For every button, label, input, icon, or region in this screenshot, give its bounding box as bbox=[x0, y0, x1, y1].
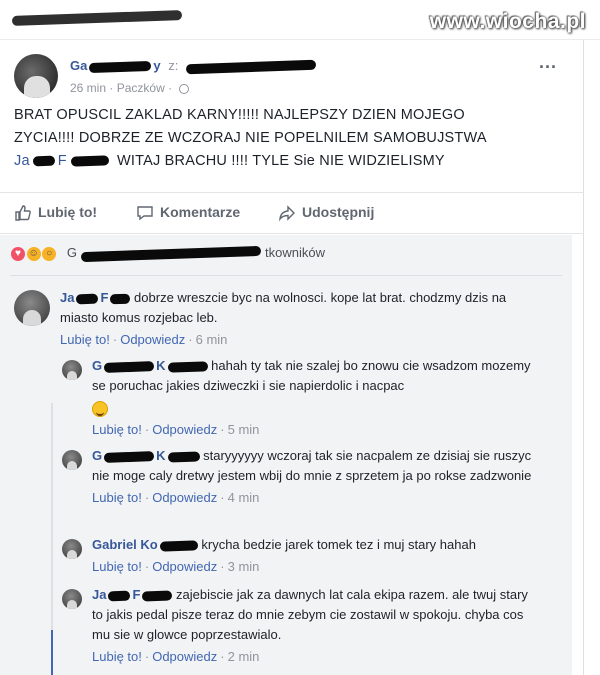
post-location[interactable]: Paczków bbox=[117, 81, 165, 95]
reply-time[interactable]: 3 min bbox=[228, 559, 260, 574]
comment-icon bbox=[137, 206, 153, 221]
comment-reply-link[interactable]: Odpowiedz bbox=[120, 332, 185, 347]
reply: GK staryyyyyy wczoraj tak sie nacpalem z… bbox=[92, 446, 542, 508]
reply-time[interactable]: 4 min bbox=[228, 490, 260, 505]
reactions-summary[interactable]: ♥ ☺ ○ Gtkowników bbox=[10, 245, 325, 262]
post-body: BRAT OPUSCIL ZAKLAD KARNY!!!!! NAJLEPSZY… bbox=[14, 104, 544, 173]
activity-header bbox=[11, 9, 183, 26]
commenter-avatar[interactable] bbox=[14, 290, 50, 326]
like-button[interactable]: Lubię to! bbox=[14, 204, 97, 222]
reply-like-link[interactable]: Lubię to! bbox=[92, 422, 142, 437]
reply-actions: Lubię to! · Odpowiedz · 5 min bbox=[92, 422, 260, 437]
post-text-line-3: Ja F WITAJ BRACHU !!!! TYLE Sie NIE WIDZI… bbox=[14, 153, 445, 169]
comment: Ja F dobrze wreszcie byc na wolnosci. kop… bbox=[60, 288, 540, 350]
reply-avatar[interactable] bbox=[62, 360, 82, 380]
with-prefix: z: bbox=[168, 58, 179, 73]
reply-reply-link[interactable]: Odpowiedz bbox=[152, 559, 217, 574]
reply: Ja F zajebiscie jak za dawnych lat cala e… bbox=[92, 585, 542, 667]
reply-avatar[interactable] bbox=[62, 450, 82, 470]
reply-actions: Lubię to! · Odpowiedz · 4 min bbox=[92, 490, 260, 505]
divider bbox=[10, 275, 562, 276]
post-time[interactable]: 26 min bbox=[70, 81, 106, 95]
redacted-header-text bbox=[11, 9, 183, 26]
reply-actions: Lubię to! · Odpowiedz · 3 min bbox=[92, 559, 260, 574]
reply-reply-link[interactable]: Odpowiedz bbox=[152, 649, 217, 664]
globe-icon bbox=[179, 83, 190, 94]
reply-like-link[interactable]: Lubię to! bbox=[92, 490, 142, 505]
reply-like-link[interactable]: Lubię to! bbox=[92, 559, 142, 574]
post-text-line-2: ZYCIA!!!! DOBRZE ZE WCZORAJ NIE POPELNIL… bbox=[14, 130, 487, 146]
more-options-icon[interactable]: ... bbox=[539, 52, 557, 73]
heart-reaction-icon: ♥ bbox=[10, 245, 26, 262]
thumbs-up-icon bbox=[15, 205, 31, 221]
haha-reaction-icon: ☺ bbox=[25, 245, 42, 262]
reply-reply-link[interactable]: Odpowiedz bbox=[152, 490, 217, 505]
reply-text: krycha bedzie jarek tomek tez i muj star… bbox=[201, 537, 476, 552]
laughing-emoji-icon bbox=[92, 400, 108, 417]
share-icon bbox=[279, 205, 295, 222]
mention-link[interactable]: Ja F bbox=[14, 153, 113, 169]
reply-actions: Lubię to! · Odpowiedz · 2 min bbox=[92, 649, 260, 664]
reply-time[interactable]: 2 min bbox=[228, 649, 260, 664]
reply-author-name[interactable]: Gabriel Ko bbox=[92, 537, 198, 552]
reply-time[interactable]: 5 min bbox=[228, 422, 260, 437]
author-name[interactable]: Ga y bbox=[70, 58, 164, 73]
watermark: www.wiocha.pl bbox=[429, 10, 586, 33]
reply-author-name[interactable]: GK bbox=[92, 358, 208, 373]
action-bar: Lubię to! Komentarze Udostępnij bbox=[0, 192, 584, 234]
reply-like-link[interactable]: Lubię to! bbox=[92, 649, 142, 664]
reply-author-name[interactable]: GK bbox=[92, 448, 200, 463]
reply-thread-line-active bbox=[51, 630, 53, 675]
comments-section: ♥ ☺ ○ Gtkowników Ja F dobrze wreszcie byc… bbox=[0, 235, 572, 675]
reply-author-name[interactable]: Ja F bbox=[92, 587, 173, 602]
reply: Gabriel Ko krycha bedzie jarek tomek tez… bbox=[92, 535, 542, 577]
reply-reply-link[interactable]: Odpowiedz bbox=[152, 422, 217, 437]
wow-reaction-icon: ○ bbox=[41, 245, 58, 262]
post-meta: 26 min · Paczków · bbox=[70, 81, 190, 95]
comment-time[interactable]: 6 min bbox=[196, 332, 228, 347]
author-line: Ga y z: bbox=[70, 58, 317, 74]
author-avatar[interactable] bbox=[14, 54, 58, 98]
post-card: Ga y z: 26 min · Paczków · ... BRAT OPUSC… bbox=[0, 40, 584, 675]
redacted-tagged-name bbox=[185, 59, 317, 74]
reply: GK hahah ty tak nie szalej bo znowu cie … bbox=[92, 356, 542, 440]
reply-avatar[interactable] bbox=[62, 539, 82, 559]
share-button[interactable]: Udostępnij bbox=[278, 204, 374, 222]
top-strip: www.wiocha.pl bbox=[0, 0, 600, 40]
reply-avatar[interactable] bbox=[62, 589, 82, 609]
post-text-line-1: BRAT OPUSCIL ZAKLAD KARNY!!!!! NAJLEPSZY… bbox=[14, 107, 465, 123]
comment-actions: Lubię to! · Odpowiedz · 6 min bbox=[60, 332, 228, 347]
comment-like-link[interactable]: Lubię to! bbox=[60, 332, 110, 347]
comment-button[interactable]: Komentarze bbox=[136, 204, 240, 222]
commenter-name[interactable]: Ja F bbox=[60, 290, 131, 305]
